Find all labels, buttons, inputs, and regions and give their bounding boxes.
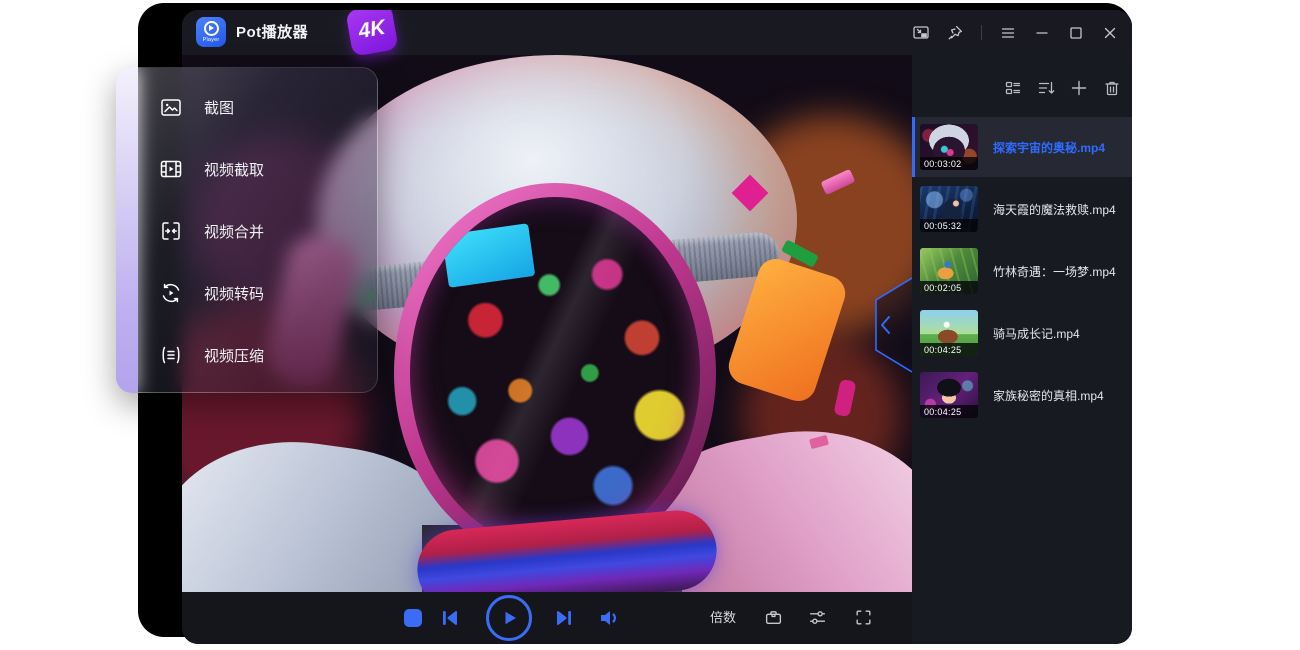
toolbox-button[interactable] [764,608,783,627]
menu-item-label: 视频转码 [204,283,264,304]
play-button[interactable] [486,595,532,641]
duration-badge: 00:02:05 [920,281,978,294]
minimize-button[interactable] [1032,23,1052,43]
play-icon [499,608,519,628]
add-video-button[interactable] [1070,79,1088,97]
video-merge-icon [159,219,183,243]
playlist-toolbar [1004,79,1121,97]
playlist-item[interactable]: 00:04:25 骑马成长记.mp4 [912,303,1132,363]
volume-icon [598,607,620,629]
video-thumbnail: 00:04:25 [920,310,978,356]
video-title: 骑马成长记.mp4 [993,325,1086,342]
menu-item-video-compress[interactable]: 视频压缩 [159,324,369,386]
tune-sliders-icon [808,608,827,627]
menu-item-video-clip[interactable]: 视频截取 [159,138,369,200]
menu-item-screenshot[interactable]: 截图 [159,76,369,138]
video-title: 家族秘密的真相.mp4 [993,387,1110,404]
playback-bar: 倍数 [182,592,912,644]
menu-accent-strip [116,67,138,393]
playlist-item[interactable]: 00:04:25 家族秘密的真相.mp4 [912,365,1132,425]
playlist-item[interactable]: 00:02:05 竹林奇遇：一场梦.mp4 [912,241,1132,301]
menu-item-video-transcode[interactable]: 视频转码 [159,262,369,324]
tools-menu: 截图 视频截取 视频合并 视频转码 视频压缩 [116,67,378,393]
close-icon [1102,25,1118,41]
next-button[interactable] [554,608,574,628]
duration-badge: 00:04:25 [920,405,978,418]
playlist-item[interactable]: 00:05:32 海天霞的魔法救赎.mp4 [912,179,1132,239]
trash-icon [1103,79,1121,97]
toolbox-icon [764,608,783,627]
playlist-collapse-handle[interactable] [858,272,912,378]
playlist-items: 00:03:02 探索宇宙的奥秘.mp4 00:05:32 海天霞的魔法救赎.m… [912,117,1132,427]
screenshot-icon [159,95,183,119]
video-thumbnail: 00:04:25 [920,372,978,418]
volume-button[interactable] [598,607,620,629]
pin-button[interactable] [945,23,965,43]
duration-badge: 00:05:32 [920,219,978,232]
video-title: 海天霞的魔法救赎.mp4 [993,201,1122,218]
maximize-icon [1068,25,1084,41]
fullscreen-icon [854,608,873,627]
video-transcode-icon [159,281,183,305]
visor-reflection [442,223,536,287]
selected-indicator [912,117,915,177]
menu-item-video-merge[interactable]: 视频合并 [159,200,369,262]
app-logo-caption: Player [203,37,220,43]
delete-video-button[interactable] [1103,79,1121,97]
stop-button[interactable] [404,609,422,627]
menu-item-label: 视频合并 [204,221,264,242]
pin-icon [946,24,964,42]
sort-icon [1037,79,1055,97]
app-logo-play-icon [204,21,219,36]
menu-item-label: 截图 [204,97,234,118]
duration-badge: 00:03:02 [920,157,978,170]
previous-button[interactable] [440,608,460,628]
video-thumbnail: 00:02:05 [920,248,978,294]
mini-player-button[interactable] [911,23,931,43]
maximize-button[interactable] [1066,23,1086,43]
window-title: Pot播放器 [236,10,308,55]
sort-button[interactable] [1037,79,1055,97]
mini-player-icon [912,24,930,42]
titlebar-divider [981,25,982,40]
adjust-button[interactable] [808,608,827,627]
video-thumbnail: 00:03:02 [920,124,978,170]
page: Player Pot播放器 [0,0,1300,650]
playlist-panel: 00:03:02 探索宇宙的奥秘.mp4 00:05:32 海天霞的魔法救赎.m… [912,55,1132,644]
menu-item-label: 视频压缩 [204,345,264,366]
minimize-icon [1034,25,1050,41]
list-view-icon [1004,79,1022,97]
video-thumbnail: 00:05:32 [920,186,978,232]
playlist-toggle-button[interactable] [998,23,1018,43]
list-view-button[interactable] [1004,79,1022,97]
previous-icon [440,608,460,628]
video-compress-icon [159,343,183,367]
video-clip-icon [159,157,183,181]
visor [410,197,700,549]
playlist-item[interactable]: 00:03:02 探索宇宙的奥秘.mp4 [912,117,1132,177]
next-icon [554,608,574,628]
collapse-handle-shape [858,272,912,378]
plus-icon [1070,79,1088,97]
titlebar[interactable]: Player Pot播放器 [182,10,1132,55]
duration-badge: 00:04:25 [920,343,978,356]
fullscreen-button[interactable] [854,608,873,627]
tools-menu-items: 截图 视频截取 视频合并 视频转码 视频压缩 [159,76,369,386]
video-title: 探索宇宙的奥秘.mp4 [993,139,1111,156]
menu-item-label: 视频截取 [204,159,264,180]
video-title: 竹林奇遇：一场梦.mp4 [993,263,1122,280]
close-button[interactable] [1100,23,1120,43]
playback-speed-button[interactable]: 倍数 [710,592,736,644]
4k-badge: 4K [345,10,398,57]
app-logo: Player [196,17,226,47]
titlebar-buttons [911,10,1120,55]
menu-list-icon [999,24,1017,42]
